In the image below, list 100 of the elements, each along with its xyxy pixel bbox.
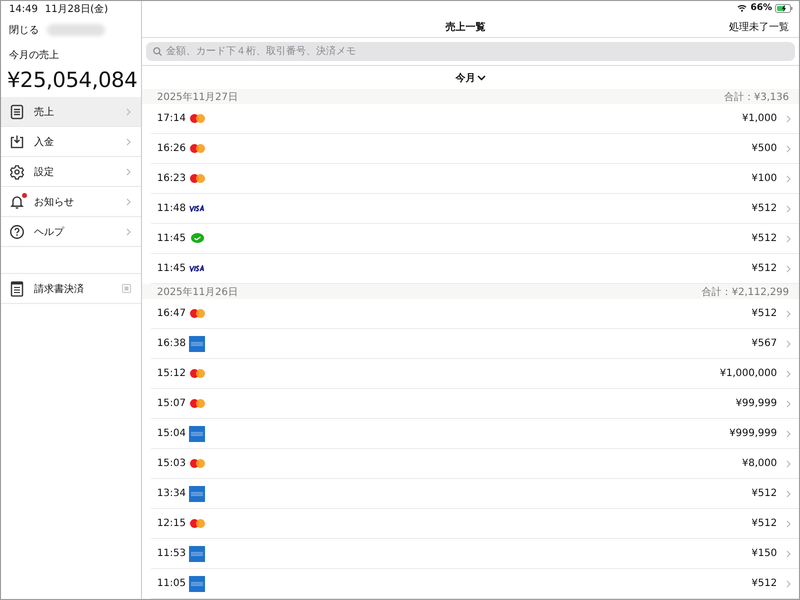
transaction-time: 13:34 <box>157 488 187 499</box>
chevron-icon <box>126 108 131 116</box>
transaction-amount: ¥512 <box>750 578 777 589</box>
transaction-amount: ¥512 <box>750 488 777 499</box>
transaction-amount: ¥512 <box>750 518 777 529</box>
transaction-time: 15:07 <box>157 398 187 409</box>
card-brand-circles-icon <box>190 144 204 153</box>
transaction-time: 11:53 <box>157 548 187 559</box>
transaction-amount: ¥8,000 <box>741 458 777 469</box>
transaction-time: 11:45 <box>157 263 187 274</box>
search-field[interactable]: 金額、カード下４桁、取引番号、決済メモ <box>146 42 795 62</box>
transaction-time: 16:23 <box>157 173 187 184</box>
transaction-amount: ¥512 <box>750 203 777 214</box>
chevron-icon <box>126 138 131 146</box>
chevron-icon <box>786 490 791 498</box>
chevron-icon <box>786 460 791 468</box>
transaction-amount: ¥1,000,000 <box>718 368 777 379</box>
chevron-icon <box>786 370 791 378</box>
transaction-amount: ¥999,999 <box>728 428 777 439</box>
chevron-icon <box>786 144 791 152</box>
menu-item[interactable]: 売上 <box>1 97 141 127</box>
chevron-icon <box>786 550 791 558</box>
menu-item-label: お知らせ <box>34 196 75 208</box>
chevron-icon <box>786 264 791 272</box>
section-total: 合計：¥2,112,299 <box>702 286 789 298</box>
page-title: 売上一覧 <box>446 20 486 34</box>
chevron-icon <box>786 234 791 242</box>
section-total: 合計：¥3,136 <box>724 90 789 104</box>
transaction-amount: ¥512 <box>750 308 777 319</box>
tray-download-icon <box>9 134 25 150</box>
card-brand-circles-icon <box>190 114 204 123</box>
document-icon <box>9 104 25 120</box>
card-brand-circles-icon <box>190 174 204 183</box>
chevron-icon <box>786 204 791 212</box>
transaction-time: 11:48 <box>157 203 187 214</box>
transaction-time: 16:38 <box>157 338 187 349</box>
period-dropdown[interactable]: 今月 <box>456 70 486 85</box>
section-date: 2025年11月27日 <box>157 90 238 104</box>
transaction-amount: ¥567 <box>750 338 777 349</box>
card-brand-square-icon <box>189 546 205 562</box>
chevron-icon <box>126 228 131 236</box>
chevron-down-icon <box>476 74 486 81</box>
menu-item-label: 入金 <box>34 136 55 148</box>
wifi-icon <box>737 4 748 12</box>
chevron-icon <box>786 520 791 528</box>
transaction-time: 15:03 <box>157 458 187 469</box>
help-icon <box>9 224 25 240</box>
unprocessed-list-link[interactable]: 処理未了一覧 <box>729 20 789 34</box>
card-brand-square-icon <box>189 336 205 352</box>
card-brand-circles-icon <box>190 309 204 318</box>
transaction-amount: ¥512 <box>750 233 777 244</box>
card-brand-circles-icon <box>190 519 204 528</box>
transaction-amount: ¥99,999 <box>734 398 777 409</box>
chevron-icon <box>786 580 791 588</box>
transaction-time: 15:12 <box>157 368 187 379</box>
transaction-time: 16:47 <box>157 308 187 319</box>
chevron-icon <box>786 430 791 438</box>
transaction-time: 12:15 <box>157 518 187 529</box>
status-time: 14:49 <box>9 4 38 16</box>
card-brand-circles-icon <box>190 369 204 378</box>
blurred-shop-name <box>47 24 105 36</box>
battery-charging-icon <box>775 4 793 13</box>
transaction-amount: ¥500 <box>750 143 777 154</box>
battery-percent: 66% <box>750 3 772 14</box>
status-date: 11月28日(金) <box>44 4 108 16</box>
card-brand-square-icon <box>189 576 205 592</box>
chevron-icon <box>786 114 791 122</box>
transaction-time: 17:14 <box>157 113 187 124</box>
transaction-time: 11:45 <box>157 233 187 244</box>
bell-icon <box>9 194 25 210</box>
search-icon <box>153 47 162 56</box>
section-date: 2025年11月26日 <box>157 286 238 298</box>
menu-item-label: 売上 <box>34 106 55 118</box>
invoice-icon <box>9 280 25 296</box>
menu-item-label: ヘルプ <box>34 226 66 238</box>
transaction-amount: ¥100 <box>750 173 777 184</box>
chevron-icon <box>126 168 131 176</box>
card-brand-circles-icon <box>190 399 204 408</box>
card-brand-circles-icon <box>190 459 204 468</box>
sales-amount: ¥25,054,084 <box>6 67 138 94</box>
chevron-icon <box>786 400 791 408</box>
settings-icon <box>9 164 25 180</box>
chevron-icon <box>786 310 791 318</box>
chevron-icon <box>786 340 791 348</box>
card-brand-square-icon <box>189 426 205 442</box>
transaction-amount: ¥1,000 <box>741 113 777 124</box>
transaction-time: 16:26 <box>157 143 187 154</box>
transaction-time: 11:05 <box>157 578 187 589</box>
sales-label: 今月の売上 <box>8 48 60 62</box>
transaction-amount: ¥512 <box>750 263 777 274</box>
close-button[interactable]: 閉じる <box>9 22 39 36</box>
menu-item-label: 設定 <box>34 166 55 178</box>
menu-item-label: 請求書決済 <box>34 282 85 296</box>
card-brand-wordmark-icon <box>188 265 206 272</box>
chevron-icon <box>126 198 131 206</box>
card-brand-square-icon <box>189 486 205 502</box>
transaction-amount: ¥150 <box>750 548 777 559</box>
card-brand-wordmark-icon <box>188 205 206 212</box>
transaction-time: 15:04 <box>157 428 187 439</box>
chat-bubble-check-icon <box>190 233 204 244</box>
